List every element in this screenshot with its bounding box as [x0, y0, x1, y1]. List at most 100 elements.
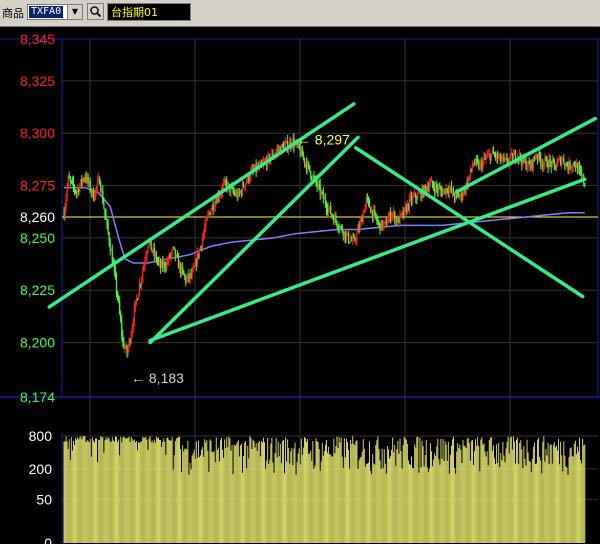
candle-body [471, 166, 474, 170]
candle-body [425, 187, 427, 192]
volume-tick-label: 0 [44, 535, 52, 544]
candle-body [417, 193, 419, 199]
candle-body [155, 253, 157, 261]
candle-body [506, 158, 508, 163]
candle-body [160, 261, 162, 268]
candle-body [119, 300, 121, 314]
candle-body [528, 161, 530, 165]
candle-body [441, 190, 443, 196]
candle-body [105, 214, 107, 220]
chevron-down-icon[interactable]: ▼ [67, 5, 82, 19]
candle-body [316, 182, 318, 187]
candle-body [543, 163, 545, 167]
candle-body [63, 212, 65, 218]
candle-body [74, 190, 77, 193]
candle-body [331, 214, 333, 216]
candle-body [66, 187, 68, 198]
candle-body [407, 203, 409, 209]
candle-body [491, 150, 493, 154]
candle-body [387, 218, 390, 224]
candle-body [545, 157, 547, 159]
candle-body [106, 219, 108, 224]
candle-body [228, 182, 230, 185]
candle-body [200, 246, 203, 248]
candle-body [224, 180, 226, 184]
trendline[interactable] [354, 146, 585, 299]
candle-body [192, 267, 194, 272]
candle-body [561, 159, 563, 165]
candle-body [454, 195, 456, 199]
candle-body [116, 292, 119, 299]
candle-body [343, 231, 345, 237]
candle-body [414, 193, 416, 196]
candle-body [547, 166, 549, 168]
candle-body [156, 260, 159, 262]
candle-body [121, 321, 123, 336]
candle-body [566, 162, 568, 167]
candle-body [580, 169, 582, 172]
candle-body [501, 160, 503, 162]
candle-body [470, 168, 472, 170]
candle-body [539, 151, 541, 158]
candle-body [378, 222, 380, 224]
volume-tick-label: 200 [29, 461, 53, 477]
candle-body [433, 185, 435, 188]
candle-body [511, 153, 513, 161]
candle-body [195, 259, 197, 266]
candle-body [317, 183, 319, 187]
candle-body [372, 209, 374, 218]
candle-body [445, 188, 447, 194]
candle-body [452, 189, 455, 196]
candle-body [134, 300, 136, 308]
candle-body [101, 190, 103, 192]
candle-body [412, 196, 414, 202]
candle-body [245, 183, 247, 188]
candle-body [276, 149, 278, 153]
candle-body [335, 215, 337, 222]
price-tick-label: 8,325 [20, 73, 55, 89]
candle-body [161, 261, 163, 268]
candle-body [73, 186, 76, 191]
candle-body [145, 256, 147, 262]
candle-body [448, 188, 450, 193]
candle-body [371, 209, 373, 213]
candle-body [184, 274, 186, 277]
candle-body [388, 212, 391, 219]
candle-body [92, 189, 94, 201]
candle-body [361, 218, 363, 223]
candle-body [209, 212, 211, 215]
candle-body [215, 201, 217, 204]
candle-body [90, 190, 92, 193]
price-tick-label: 8,174 [20, 389, 55, 405]
candle-body [239, 191, 241, 193]
candle-body [350, 239, 352, 243]
candle-body [342, 232, 344, 237]
candle-body [489, 154, 491, 161]
candle-body [418, 192, 420, 194]
symbol-select[interactable]: TXFA0 ▼ [27, 4, 83, 20]
candle-body [362, 212, 364, 223]
candle-body [321, 191, 323, 193]
candle-body [163, 262, 165, 268]
candle-body [377, 221, 379, 223]
candle-body [242, 183, 245, 188]
candle-body [115, 277, 118, 293]
price-axis: 8,345 8,325 8,300 8,275 8,260 8,250 8,225 8,200… [20, 31, 55, 405]
candle-body [391, 215, 393, 220]
candle-body [424, 185, 426, 188]
candle-body [326, 209, 329, 212]
candle-body [403, 208, 405, 216]
candle-body [337, 226, 339, 229]
candle-body [560, 157, 562, 165]
candle-body [240, 191, 243, 194]
candle-body [214, 201, 216, 208]
candle-body [132, 322, 134, 329]
search-icon[interactable] [87, 3, 104, 20]
price-tick-label: 8,250 [20, 230, 55, 246]
candle-body [336, 221, 338, 227]
candle-body [89, 180, 91, 191]
candle-body [477, 160, 479, 162]
candle-body [202, 238, 204, 247]
candle-body [494, 154, 497, 158]
candle-body [530, 160, 532, 169]
